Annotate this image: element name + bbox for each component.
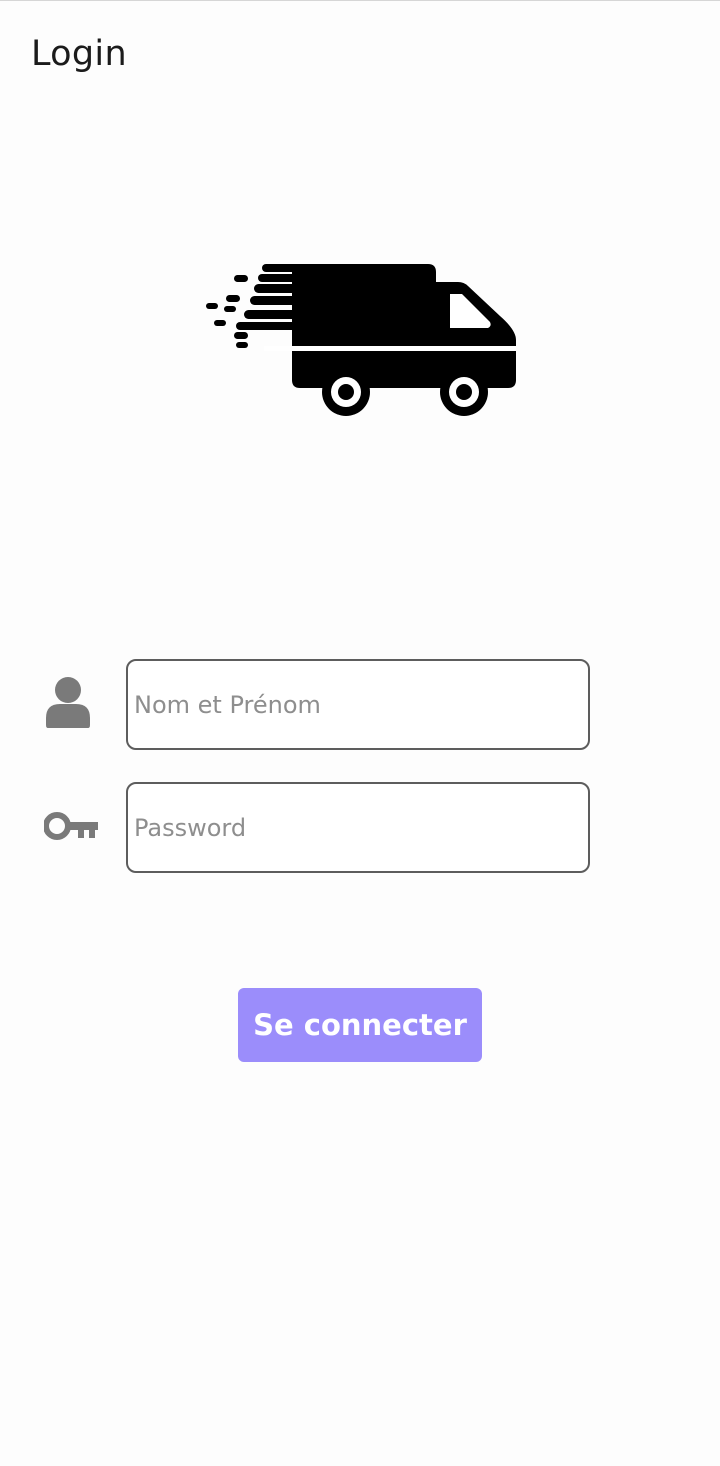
page-title: Login [31,34,127,74]
name-field[interactable] [126,659,590,750]
login-button[interactable]: Se connecter [238,988,482,1062]
user-icon [46,677,90,728]
key-icon [44,812,98,840]
name-input[interactable] [128,661,588,748]
password-field[interactable] [126,782,590,873]
top-divider [0,0,720,1]
password-input[interactable] [128,784,588,871]
delivery-truck-icon [206,264,516,416]
